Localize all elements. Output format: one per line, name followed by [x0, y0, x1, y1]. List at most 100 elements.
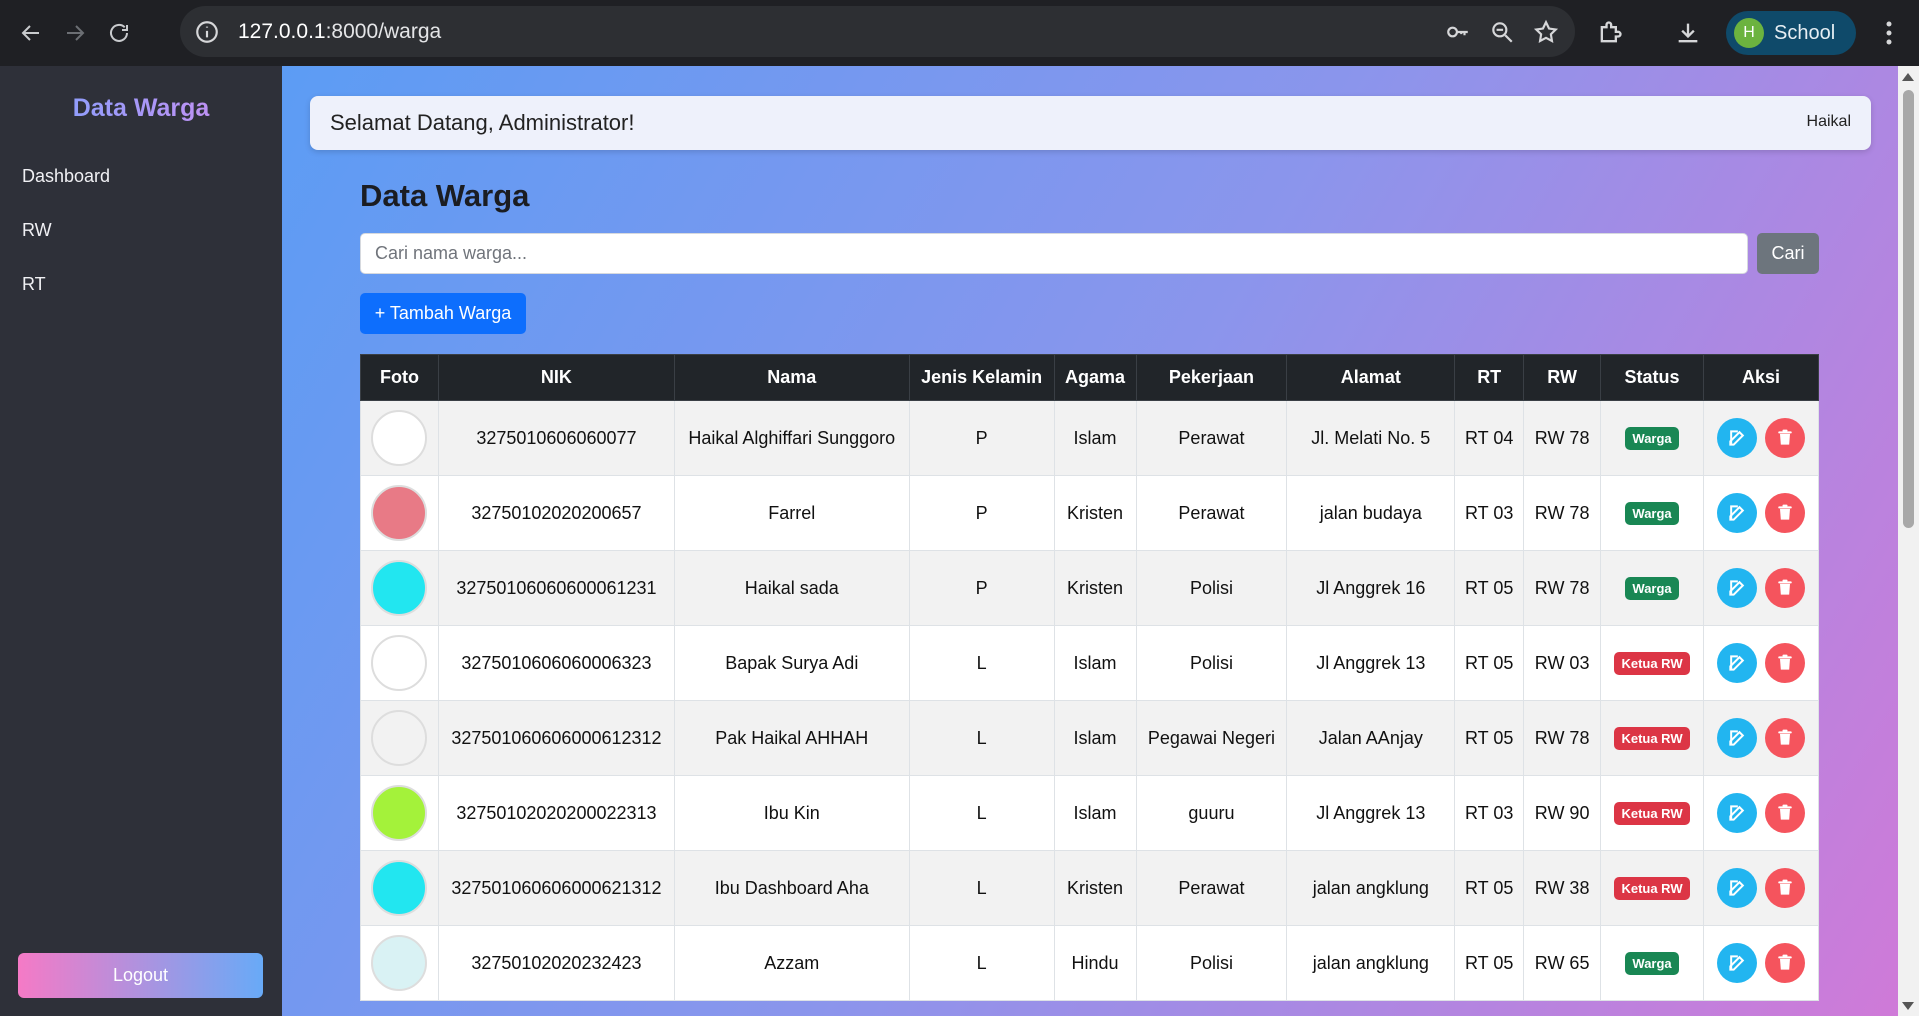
logout-button[interactable]: Logout [18, 953, 263, 998]
info-icon[interactable] [194, 19, 220, 45]
status-badge: Warga [1625, 501, 1679, 525]
cell-status: Ketua RW [1600, 700, 1704, 776]
warga-photo [371, 935, 428, 991]
cell-jenis-kelamin: P [908, 475, 1055, 551]
cell-foto [360, 925, 439, 1001]
edit-button[interactable] [1717, 568, 1757, 608]
star-icon[interactable] [1533, 19, 1559, 45]
more-vert-icon[interactable] [1878, 18, 1900, 48]
cell-agama: Kristen [1053, 550, 1137, 626]
welcome-bar: Selamat Datang, Administrator! Haikal [310, 96, 1871, 150]
warga-photo [371, 485, 428, 541]
cell-foto [360, 850, 439, 926]
cell-agama: Hindu [1053, 925, 1137, 1001]
delete-button[interactable] [1765, 568, 1805, 608]
cell-aksi [1703, 700, 1819, 776]
cell-status: Warga [1600, 925, 1704, 1001]
delete-button[interactable] [1765, 793, 1805, 833]
cell-nama: Farrel [673, 475, 910, 551]
cell-aksi [1703, 475, 1819, 551]
cell-alamat: Jalan AAnjay [1286, 700, 1456, 776]
cell-rt: RT 05 [1454, 550, 1525, 626]
cell-status: Ketua RW [1600, 775, 1704, 851]
url-text[interactable]: 127.0.0.1:8000/warga [238, 20, 441, 44]
cell-nama: Azzam [673, 925, 910, 1001]
cell-nama: Ibu Kin [673, 775, 910, 851]
cell-rt: RT 05 [1454, 925, 1525, 1001]
address-bar[interactable]: 127.0.0.1:8000/warga [180, 6, 1575, 57]
cell-rw: RW 90 [1523, 775, 1602, 851]
scroll-down-arrow[interactable] [1902, 1002, 1914, 1010]
forward-button[interactable] [58, 16, 92, 50]
sidebar-item-rt[interactable]: RT [22, 274, 46, 295]
search-button[interactable]: Cari [1757, 233, 1819, 274]
col-header-rt: RT [1454, 354, 1525, 401]
status-badge: Warga [1625, 576, 1679, 600]
cell-status: Ketua RW [1600, 625, 1704, 701]
search-input[interactable] [360, 233, 1748, 274]
sidebar-item-dashboard[interactable]: Dashboard [22, 166, 110, 187]
cell-nik: 32750102020200657 [437, 475, 675, 551]
sidebar: Data Warga Dashboard RW RT Logout [0, 66, 282, 1016]
cell-nama: Ibu Dashboard Aha [673, 850, 910, 926]
delete-button[interactable] [1765, 418, 1805, 458]
reload-button[interactable] [102, 16, 136, 50]
col-header-status: Status [1600, 354, 1704, 401]
welcome-text: Selamat Datang, Administrator! [330, 110, 635, 135]
back-button[interactable] [14, 16, 48, 50]
cell-pekerjaan: Perawat [1135, 400, 1288, 476]
edit-button[interactable] [1717, 493, 1757, 533]
warga-photo [371, 710, 428, 766]
profile-button[interactable]: H School [1726, 11, 1856, 55]
status-badge: Warga [1625, 951, 1679, 975]
cell-nik: 327501060606000621312 [437, 850, 675, 926]
edit-button[interactable] [1717, 868, 1757, 908]
table-header-row: Foto NIK Nama Jenis Kelamin Agama Pekerj… [360, 354, 1819, 401]
sidebar-item-rw[interactable]: RW [22, 220, 52, 241]
edit-button[interactable] [1717, 718, 1757, 758]
cell-nik: 327501060606000612312 [437, 700, 675, 776]
extensions-icon[interactable] [1596, 19, 1624, 47]
cell-pekerjaan: Polisi [1135, 625, 1288, 701]
download-icon[interactable] [1674, 19, 1702, 47]
edit-button[interactable] [1717, 418, 1757, 458]
warga-photo [371, 410, 428, 466]
cell-alamat: Jl Anggrek 13 [1286, 775, 1456, 851]
trash-icon [1775, 803, 1795, 823]
delete-button[interactable] [1765, 493, 1805, 533]
cell-aksi [1703, 775, 1819, 851]
delete-button[interactable] [1765, 643, 1805, 683]
delete-button[interactable] [1765, 868, 1805, 908]
edit-button[interactable] [1717, 943, 1757, 983]
edit-button[interactable] [1717, 793, 1757, 833]
delete-button[interactable] [1765, 718, 1805, 758]
page-scrollbar[interactable] [1898, 66, 1919, 1016]
table-row: 32750106060600061231 Haikal sada P Kristen P… [360, 550, 1819, 626]
cell-foto [360, 700, 439, 776]
cell-pekerjaan: guuru [1135, 775, 1288, 851]
col-header-agama: Agama [1053, 354, 1137, 401]
key-icon[interactable] [1445, 19, 1471, 45]
trash-icon [1775, 653, 1795, 673]
scroll-up-arrow[interactable] [1902, 73, 1914, 81]
arrow-left-icon [21, 25, 39, 41]
page-title: Data Warga [360, 178, 530, 213]
cell-pekerjaan: Polisi [1135, 925, 1288, 1001]
col-header-foto: Foto [360, 354, 439, 401]
add-warga-button[interactable]: + Tambah Warga [360, 293, 526, 334]
trash-icon [1775, 878, 1795, 898]
url-path: :8000/warga [325, 19, 442, 43]
edit-icon [1727, 653, 1747, 673]
scroll-thumb[interactable] [1903, 90, 1914, 528]
reload-icon [110, 23, 128, 42]
cell-rt: RT 05 [1454, 700, 1525, 776]
edit-button[interactable] [1717, 643, 1757, 683]
delete-button[interactable] [1765, 943, 1805, 983]
cell-agama: Islam [1053, 400, 1137, 476]
cell-agama: Islam [1053, 775, 1137, 851]
table-row: 3275010606060006323 Bapak Surya Adi L Islam… [360, 625, 1819, 701]
cell-rt: RT 05 [1454, 850, 1525, 926]
cell-agama: Kristen [1053, 850, 1137, 926]
zoom-icon[interactable] [1489, 19, 1515, 45]
cell-status: Warga [1600, 475, 1704, 551]
